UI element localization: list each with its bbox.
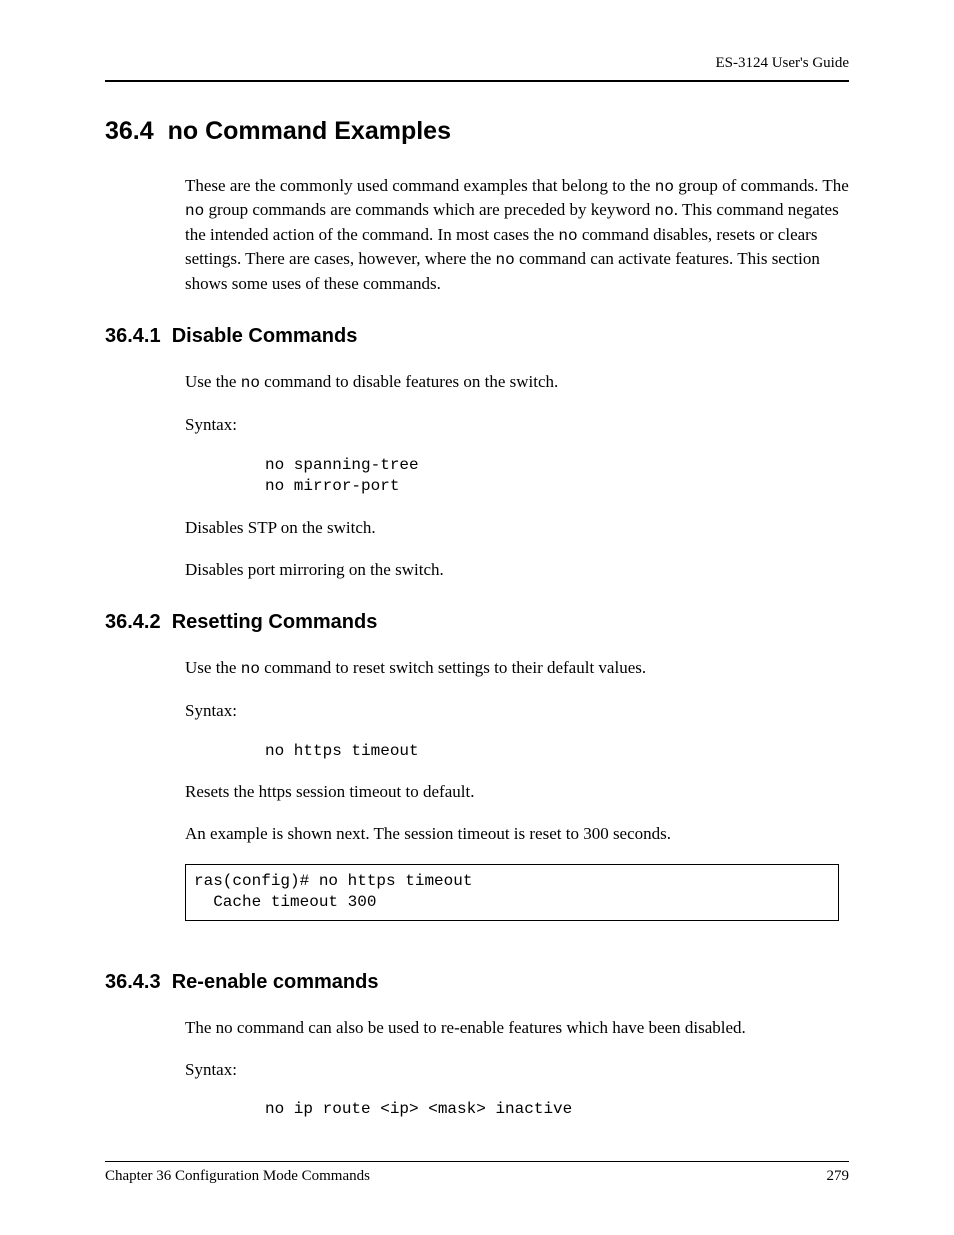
intro-mono: no: [558, 227, 577, 245]
subsection-number: 36.4.1: [105, 325, 161, 347]
subsection-heading-1: 36.4.1 Disable Commands: [105, 325, 849, 348]
sub1-desc2: Disables port mirroring on the switch.: [185, 558, 849, 582]
intro-text: group commands are commands which are pr…: [204, 200, 654, 219]
section-title-text: no Command Examples: [168, 117, 451, 145]
subsection-heading-2: 36.4.2 Resetting Commands: [105, 611, 849, 634]
subsection-title-text: Disable Commands: [172, 325, 358, 347]
sub3-desc1: The no command can also be used to re-en…: [185, 1016, 849, 1040]
section-number: 36.4: [105, 117, 154, 145]
footer-page-number: 279: [827, 1168, 850, 1185]
section-intro: These are the commonly used command exam…: [185, 174, 849, 295]
subsection-title-text: Resetting Commands: [172, 611, 378, 633]
intro-text: Use the: [185, 658, 241, 677]
subsection-number: 36.4.3: [105, 971, 161, 993]
code-block-3: no ip route <ip> <mask> inactive: [265, 1099, 849, 1121]
syntax-label: Syntax:: [185, 699, 849, 723]
footer-rule: [105, 1161, 849, 1162]
syntax-label: Syntax:: [185, 1058, 849, 1082]
sub1-desc1: Disables STP on the switch.: [185, 516, 849, 540]
intro-mono: no: [655, 202, 674, 220]
header-guide-title: ES-3124 User's Guide: [105, 55, 849, 72]
sub1-intro: Use the no command to disable features o…: [185, 370, 849, 394]
syntax-label: Syntax:: [185, 413, 849, 437]
page-footer: Chapter 36 Configuration Mode Commands 2…: [105, 1161, 849, 1185]
intro-mono: no: [241, 660, 260, 678]
intro-mono: no: [185, 202, 204, 220]
subsection-title-text: Re-enable commands: [172, 971, 379, 993]
intro-mono: no: [655, 178, 674, 196]
header-rule: [105, 80, 849, 82]
intro-text: group of commands. The: [674, 176, 849, 195]
sub2-intro: Use the no command to reset switch setti…: [185, 656, 849, 680]
code-block-2: no https timeout: [265, 741, 849, 763]
example-box: ras(config)# no https timeout Cache time…: [185, 864, 839, 921]
intro-mono: no: [241, 374, 260, 392]
subsection-heading-3: 36.4.3 Re-enable commands: [105, 971, 849, 994]
sub2-desc1: Resets the https session timeout to defa…: [185, 780, 849, 804]
section-heading: 36.4 no Command Examples: [105, 117, 849, 146]
intro-text: command to reset switch settings to thei…: [260, 658, 646, 677]
subsection-number: 36.4.2: [105, 611, 161, 633]
intro-mono: no: [496, 251, 515, 269]
intro-text: command to disable features on the switc…: [260, 372, 558, 391]
footer-chapter: Chapter 36 Configuration Mode Commands: [105, 1168, 370, 1185]
intro-text: These are the commonly used command exam…: [185, 176, 655, 195]
intro-text: Use the: [185, 372, 241, 391]
sub2-desc2: An example is shown next. The session ti…: [185, 822, 849, 846]
code-block-1: no spanning-tree no mirror-port: [265, 455, 849, 498]
